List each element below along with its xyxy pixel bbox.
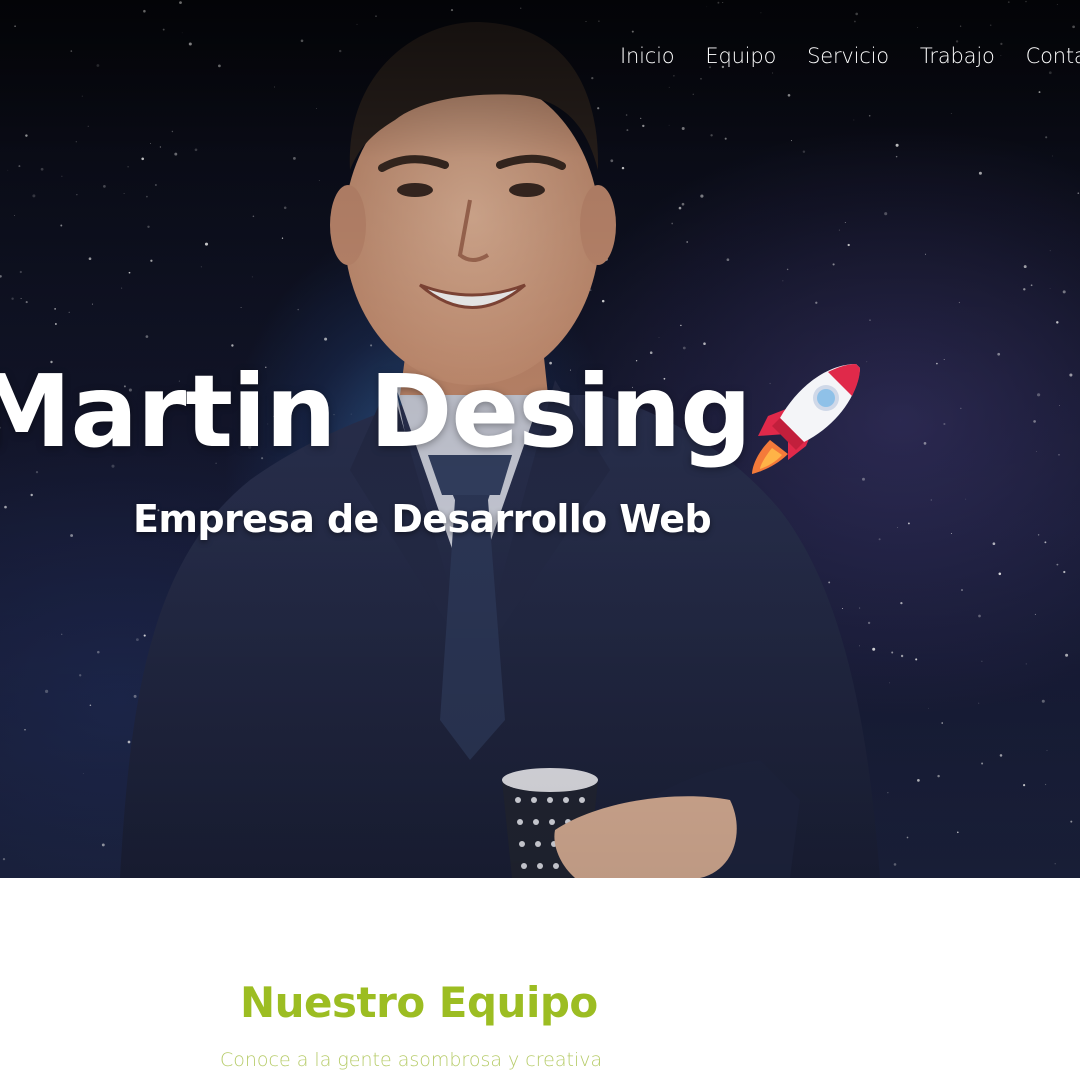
team-section-subheading: Conoce a la gente asombrosa y creativa bbox=[220, 1049, 603, 1071]
nav-item-inicio[interactable]: Inicio bbox=[620, 44, 675, 78]
nav-item-trabajo[interactable]: Trabajo bbox=[920, 44, 995, 78]
nav-item-contacto[interactable]: Contacto bbox=[1026, 44, 1080, 78]
team-section-heading: Nuestro Equipo bbox=[240, 978, 598, 1027]
hero-title: Martin Desing bbox=[0, 353, 752, 470]
rocket-icon bbox=[752, 364, 860, 474]
main-nav: Inicio Equipo Servicio Trabajo Contacto bbox=[620, 44, 1080, 78]
nav-item-equipo[interactable]: Equipo bbox=[705, 44, 776, 78]
nav-item-servicio[interactable]: Servicio bbox=[807, 44, 889, 78]
hero-subtitle: Empresa de Desarrollo Web bbox=[133, 497, 712, 541]
hero-section: Inicio Equipo Servicio Trabajo Contacto … bbox=[0, 0, 1080, 878]
